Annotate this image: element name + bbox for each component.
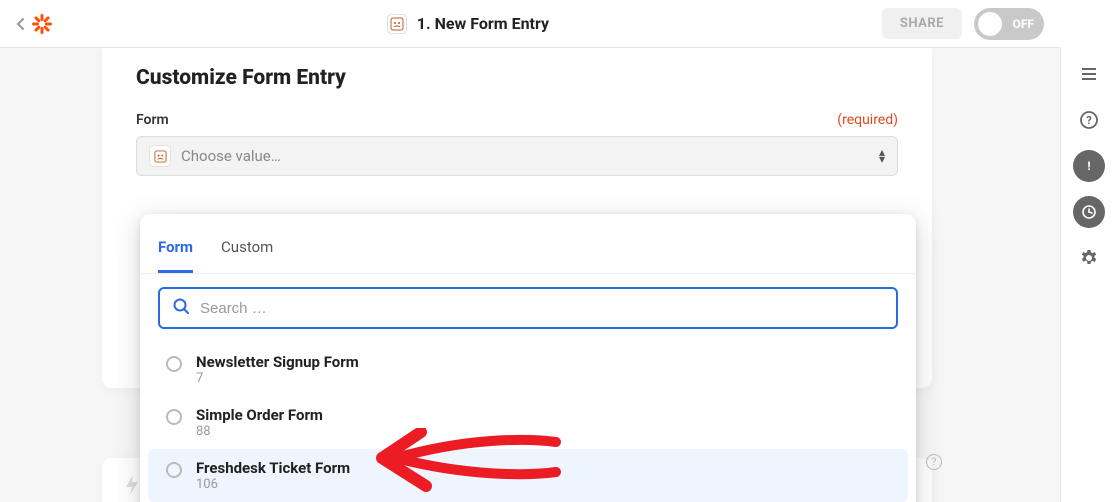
list-item-label: Simple Order Form	[196, 406, 323, 424]
field-label-row: Form (required)	[136, 112, 898, 128]
form-select[interactable]: Choose value… ▴▾	[136, 136, 898, 176]
dropdown-search-wrap	[140, 274, 916, 343]
select-placeholder: Choose value…	[181, 147, 281, 165]
header-left	[16, 12, 54, 36]
help-icon[interactable]: ?	[926, 454, 942, 470]
step-title-text: 1. New Form Entry	[417, 14, 549, 33]
share-button[interactable]: SHARE	[882, 8, 962, 39]
alert-icon[interactable]: !	[1073, 150, 1105, 182]
form-dropdown: Form Custom Newsletter Signup Form 7 Sim…	[140, 214, 916, 502]
dropdown-tabs: Form Custom	[140, 224, 916, 274]
app-wpforms-icon	[149, 145, 171, 167]
svg-text:?: ?	[1086, 114, 1092, 127]
form-field: Form (required) Choose value… ▴▾	[102, 112, 932, 176]
zapier-logo-icon	[30, 12, 54, 36]
radio-icon	[166, 356, 182, 372]
header-right: SHARE OFF	[882, 8, 1044, 40]
workspace: Customize Form Entry Form (required) Cho…	[0, 48, 1060, 502]
help-icon[interactable]: ?	[1073, 104, 1105, 136]
settings-icon[interactable]	[1073, 242, 1105, 274]
chevron-updown-icon: ▴▾	[879, 149, 885, 163]
list-item[interactable]: Freshdesk Ticket Form 106	[148, 449, 908, 502]
list-item-label: Freshdesk Ticket Form	[196, 459, 350, 477]
list-item[interactable]: Simple Order Form 88	[148, 396, 908, 449]
list-item-sub: 7	[196, 371, 359, 386]
tab-form[interactable]: Form	[158, 230, 193, 273]
list-item-text: Freshdesk Ticket Form 106	[196, 459, 350, 492]
zap-toggle[interactable]: OFF	[974, 8, 1044, 40]
list-item[interactable]: Newsletter Signup Form 7	[148, 343, 908, 396]
app-header: 1. New Form Entry SHARE OFF	[0, 0, 1060, 48]
list-item-text: Simple Order Form 88	[196, 406, 323, 439]
outline-icon[interactable]	[1073, 58, 1105, 90]
tab-custom[interactable]: Custom	[221, 230, 273, 273]
radio-icon	[166, 462, 182, 478]
list-item-sub: 88	[196, 424, 323, 439]
field-label: Form	[136, 112, 169, 128]
history-icon[interactable]	[1073, 196, 1105, 228]
toggle-label: OFF	[1013, 17, 1034, 31]
app-wpforms-icon	[387, 14, 407, 34]
field-required: (required)	[837, 112, 898, 128]
list-item-sub: 106	[196, 477, 350, 492]
svg-text:!: !	[1087, 159, 1090, 173]
dropdown-search[interactable]	[158, 287, 898, 329]
search-icon	[172, 297, 190, 319]
panel-title: Customize Form Entry	[102, 48, 932, 112]
step-title: 1. New Form Entry	[54, 14, 882, 34]
list-item-label: Newsletter Signup Form	[196, 353, 359, 371]
back-icon[interactable]	[16, 18, 24, 30]
list-item-text: Newsletter Signup Form 7	[196, 353, 359, 386]
search-input[interactable]	[200, 300, 884, 317]
toggle-knob-icon	[978, 12, 1002, 36]
radio-icon	[166, 409, 182, 425]
right-sidebar: ? !	[1060, 48, 1116, 502]
